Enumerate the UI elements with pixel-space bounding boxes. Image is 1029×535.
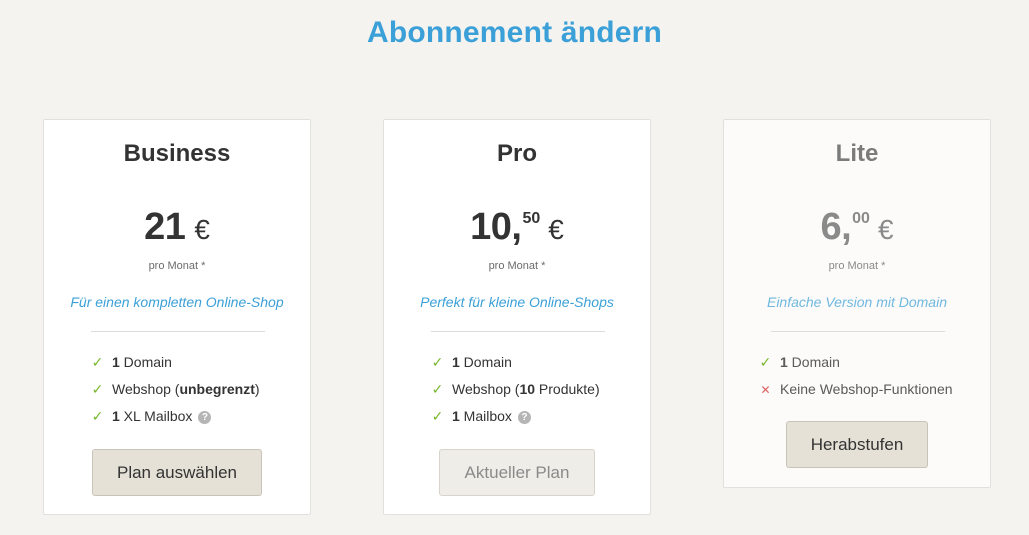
help-icon[interactable]: ? bbox=[198, 411, 212, 424]
feature-list: ✓ 1 Domain ✓ Webshop (10 Produkte) ✓ 1 Mail… bbox=[431, 352, 600, 433]
price-currency: € bbox=[877, 214, 894, 245]
feature-text: Domain bbox=[119, 354, 172, 370]
price-currency: € bbox=[548, 214, 564, 245]
price-period: pro Monat * bbox=[488, 260, 546, 272]
downgrade-button[interactable]: Herabstufen bbox=[786, 421, 928, 468]
select-plan-button[interactable]: Plan auswählen bbox=[92, 449, 262, 496]
feature-list: ✓ 1 Domain ✕ Keine Webshop-Funktionen bbox=[759, 352, 953, 406]
plan-name: Business bbox=[123, 140, 231, 167]
plan-name: Lite bbox=[835, 140, 879, 167]
plan-card-pro: Pro 10,50 € pro Monat * Perfekt für klein… bbox=[383, 119, 651, 515]
divider bbox=[91, 331, 265, 332]
feature-bold: 10 bbox=[519, 381, 536, 397]
feature-text: Domain bbox=[459, 354, 512, 370]
price-main: 6, bbox=[820, 206, 852, 248]
plan-price: 6,00 € bbox=[724, 208, 990, 246]
feature-bold: 1 bbox=[112, 354, 120, 370]
price-cents: 00 bbox=[852, 210, 870, 227]
check-icon: ✓ bbox=[431, 381, 444, 397]
check-icon: ✓ bbox=[431, 408, 444, 424]
feature-text: Keine Webshop-Funktionen bbox=[780, 381, 953, 397]
divider bbox=[431, 331, 605, 332]
plan-tagline: Einfache Version mit Domain bbox=[766, 294, 947, 310]
feature-text: Mailbox bbox=[459, 408, 512, 424]
price-main: 21 bbox=[144, 206, 186, 248]
price-period: pro Monat * bbox=[828, 260, 886, 272]
check-icon: ✓ bbox=[91, 381, 104, 397]
feature-item: ✓ 1 Domain bbox=[431, 352, 600, 379]
price-cents: 50 bbox=[522, 210, 541, 227]
check-icon: ✓ bbox=[91, 354, 104, 370]
page-title: Abonnement ändern bbox=[366, 16, 663, 49]
check-icon: ✓ bbox=[759, 354, 772, 370]
help-icon[interactable]: ? bbox=[517, 411, 531, 424]
feature-text: Domain bbox=[787, 354, 840, 370]
plan-card-lite: Lite 6,00 € pro Monat * Einfache Version … bbox=[723, 119, 991, 488]
price-currency: € bbox=[194, 214, 210, 245]
feature-bold: 1 bbox=[780, 354, 788, 370]
feature-item: ✓ Webshop (10 Produkte) bbox=[431, 379, 600, 406]
feature-text: ) bbox=[254, 381, 260, 397]
feature-item: ✓ 1 XL Mailbox? bbox=[91, 406, 260, 433]
divider bbox=[771, 331, 945, 332]
feature-item: ✓ 1 Domain bbox=[91, 352, 260, 379]
check-icon: ✓ bbox=[91, 408, 104, 424]
feature-item: ✓ 1 Mailbox? bbox=[431, 406, 600, 433]
current-plan-button: Aktueller Plan bbox=[439, 449, 595, 496]
feature-item: ✕ Keine Webshop-Funktionen bbox=[759, 379, 953, 406]
feature-bold: 1 bbox=[112, 408, 120, 424]
feature-text: Webshop ( bbox=[112, 381, 180, 397]
feature-text: Produkte) bbox=[535, 381, 600, 397]
plan-price: 10,50 € bbox=[384, 208, 650, 246]
price-main: 10, bbox=[470, 206, 522, 248]
feature-text: XL Mailbox bbox=[119, 408, 193, 424]
plan-price: 21 € bbox=[44, 208, 310, 246]
check-icon: ✓ bbox=[431, 354, 444, 370]
price-period: pro Monat * bbox=[148, 260, 206, 272]
plan-name: Pro bbox=[496, 140, 537, 167]
feature-bold: 1 bbox=[452, 408, 460, 424]
plan-tagline: Perfekt für kleine Online-Shops bbox=[420, 294, 614, 310]
cross-icon: ✕ bbox=[760, 383, 771, 397]
feature-list: ✓ 1 Domain ✓ Webshop (unbegrenzt) ✓ 1 XL Ma… bbox=[91, 352, 260, 433]
feature-bold: unbegrenzt bbox=[179, 381, 255, 397]
feature-text: Webshop ( bbox=[452, 381, 520, 397]
plan-tagline: Für einen kompletten Online-Shop bbox=[70, 294, 284, 310]
feature-item: ✓ Webshop (unbegrenzt) bbox=[91, 379, 260, 406]
feature-bold: 1 bbox=[452, 354, 460, 370]
feature-item: ✓ 1 Domain bbox=[759, 352, 953, 379]
plan-card-business: Business 21 € pro Monat * Für einen kompl… bbox=[43, 119, 311, 515]
